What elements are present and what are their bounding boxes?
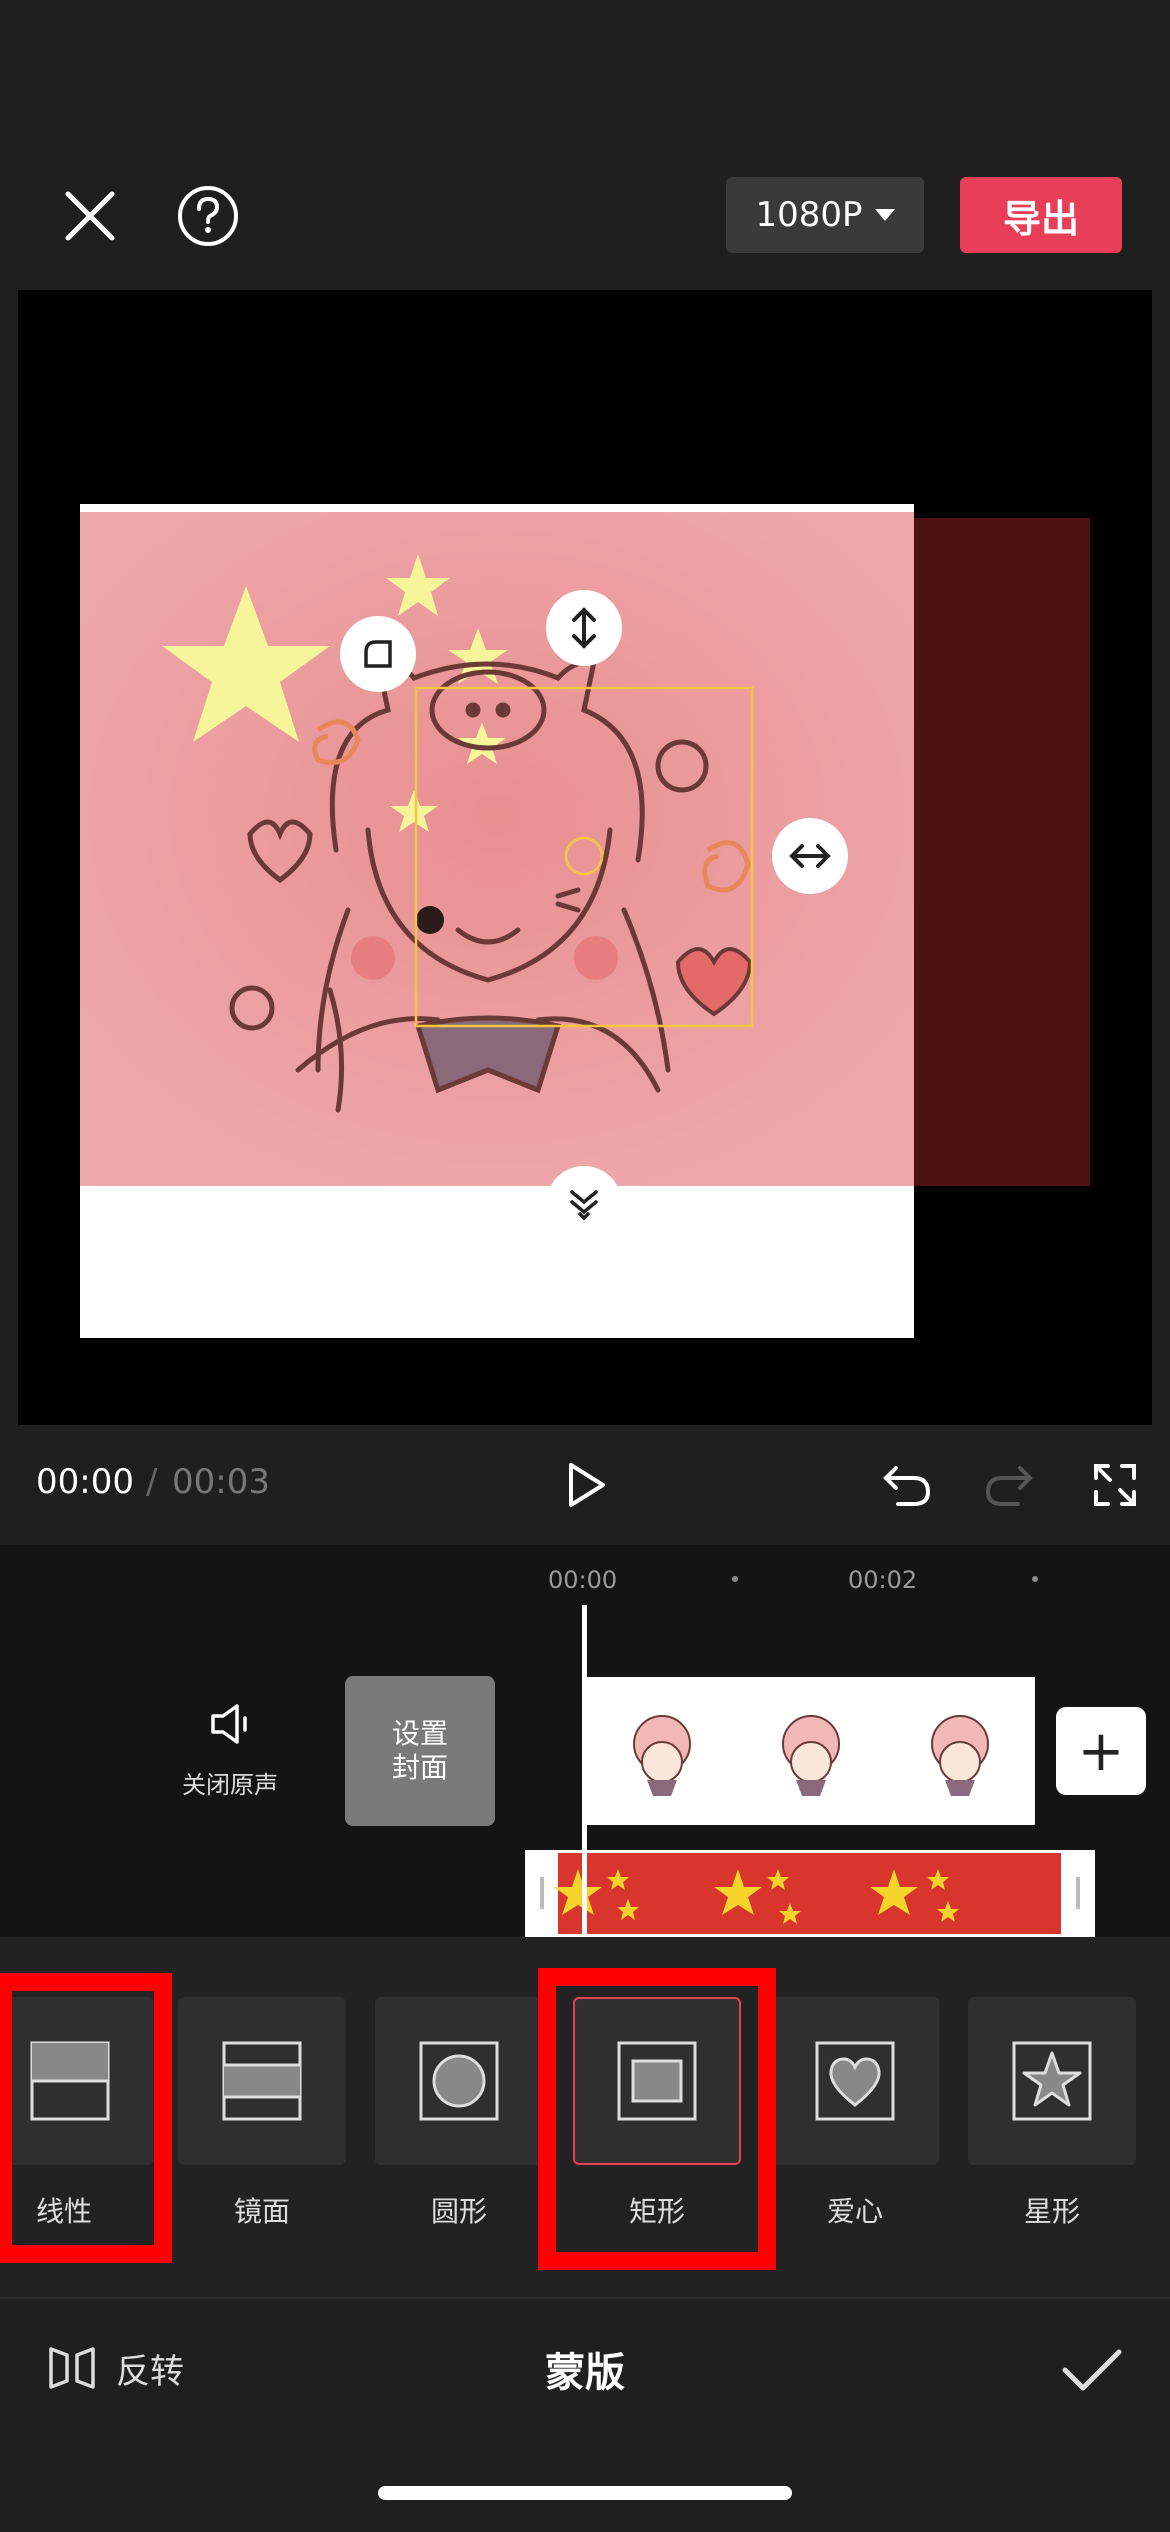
- set-cover-label-line2: 封面: [391, 1751, 448, 1784]
- fullscreen-icon[interactable]: [1080, 1450, 1150, 1520]
- vertical-arrows-icon: [572, 607, 596, 649]
- clip-thumbnail: [931, 1715, 990, 1796]
- horizontal-resize-handle[interactable]: [772, 818, 848, 894]
- corner-radius-handle[interactable]: [340, 616, 416, 692]
- help-icon[interactable]: [170, 178, 246, 254]
- current-time: 00:00: [36, 1462, 134, 1502]
- clip-thumbnail: [632, 1715, 691, 1796]
- speaker-icon: [211, 1704, 247, 1744]
- play-icon[interactable]: [550, 1450, 620, 1520]
- highlight-box: [538, 1968, 776, 2270]
- ruler-tick-label: 00:02: [848, 1566, 918, 1594]
- undo-icon[interactable]: [872, 1450, 942, 1520]
- redo-icon[interactable]: [974, 1450, 1044, 1520]
- add-clip-button[interactable]: +: [1056, 1707, 1146, 1795]
- resolution-dropdown[interactable]: 1080P: [726, 177, 924, 253]
- home-indicator[interactable]: [378, 2486, 792, 2500]
- mask-option-star[interactable]: [968, 1997, 1136, 2165]
- clip-thumbnail: [781, 1715, 840, 1796]
- mask-label-heart: 爱心: [826, 2195, 883, 2228]
- ruler-dot: [1032, 1576, 1038, 1582]
- mask-label-circle: 圆形: [430, 2195, 487, 2228]
- feather-icon: [570, 1190, 598, 1221]
- playhead[interactable]: [582, 1605, 587, 1937]
- circle-mask-icon: [419, 2041, 499, 2121]
- vertical-resize-handle[interactable]: [546, 590, 622, 666]
- overlay-thumbnail: [528, 1853, 1092, 1934]
- close-icon[interactable]: [52, 178, 128, 254]
- mask-option-circle[interactable]: [375, 1997, 543, 2165]
- preview-canvas: [80, 504, 1090, 1338]
- video-preview[interactable]: [18, 290, 1152, 1425]
- corner-radius-icon: [364, 640, 392, 668]
- feather-handle[interactable]: [546, 1166, 622, 1242]
- time-separator: /: [146, 1462, 158, 1502]
- total-time: 00:03: [172, 1462, 270, 1502]
- video-clip-track[interactable]: [587, 1677, 1035, 1825]
- mute-audio-button[interactable]: [200, 1696, 264, 1752]
- panel-title: 蒙版: [545, 2350, 625, 2396]
- overlay-clip-track[interactable]: [525, 1850, 1095, 1937]
- heart-mask-icon: [815, 2041, 895, 2121]
- chevron-down-icon: [874, 209, 895, 221]
- ruler-tick-label: 00:00: [548, 1566, 618, 1594]
- highlight-box: [0, 1973, 172, 2263]
- confirm-check-icon[interactable]: [1054, 2332, 1130, 2408]
- mask-option-heart[interactable]: [771, 1997, 939, 2165]
- set-cover-button[interactable]: 设置 封面: [345, 1676, 495, 1826]
- mask-label-star: 星形: [1023, 2195, 1080, 2228]
- set-cover-label-line1: 设置: [391, 1717, 448, 1750]
- mirror-mask-icon: [222, 2041, 302, 2121]
- horizontal-arrows-icon: [789, 844, 831, 868]
- star-mask-icon: [1012, 2041, 1092, 2121]
- mask-option-mirror[interactable]: [178, 1997, 346, 2165]
- ruler-dot: [732, 1576, 738, 1582]
- resolution-label: 1080P: [755, 195, 863, 235]
- mask-label-mirror: 镜面: [233, 2195, 290, 2228]
- mute-audio-label[interactable]: 关闭原声: [150, 1765, 310, 1800]
- export-button[interactable]: 导出: [960, 177, 1122, 253]
